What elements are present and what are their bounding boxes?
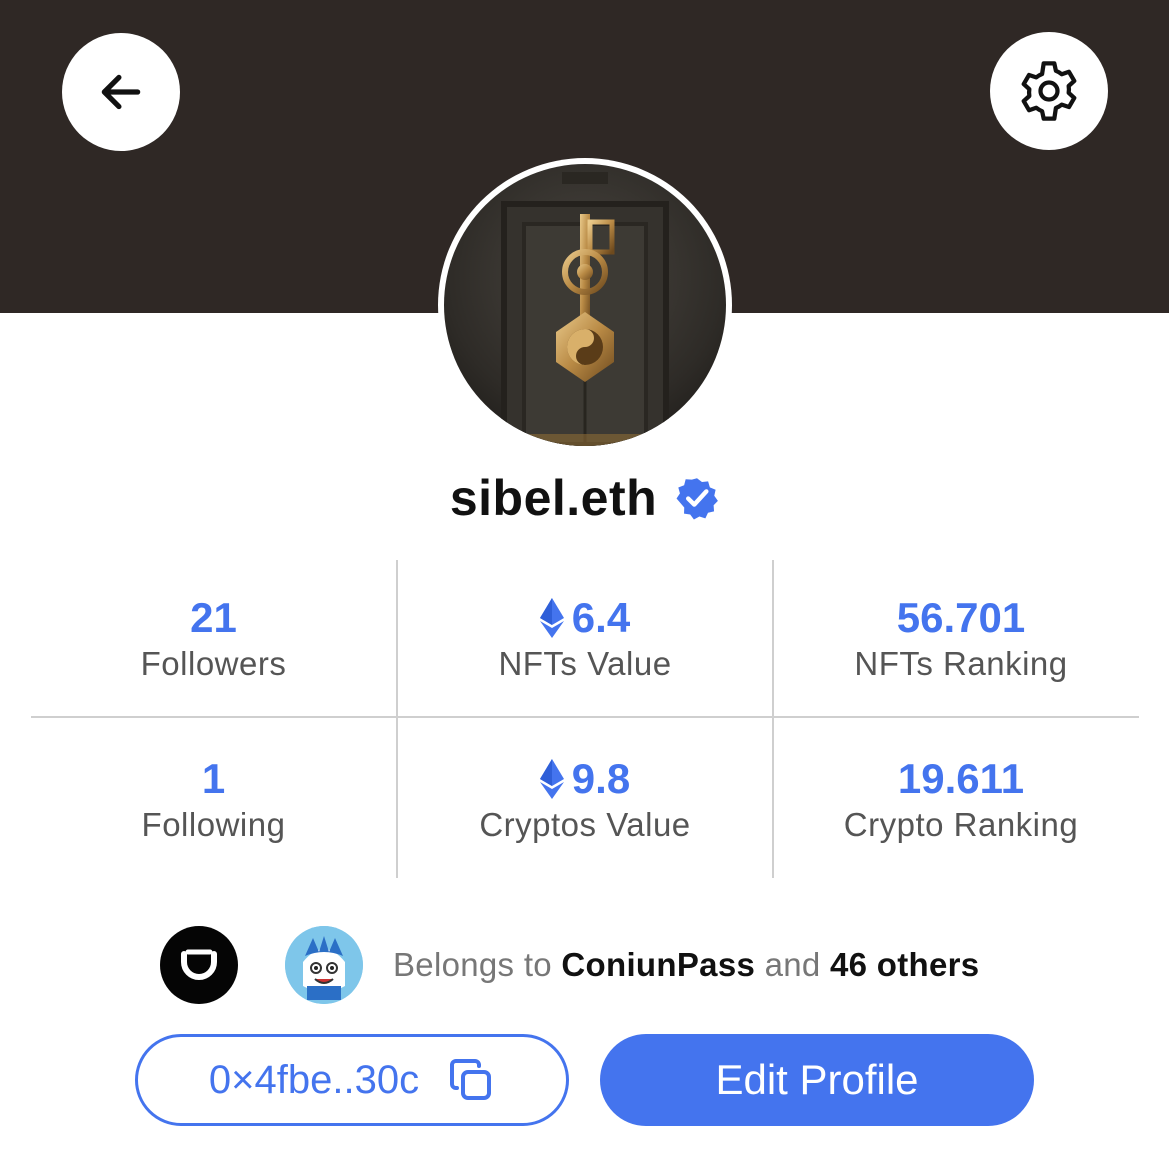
wallet-address: 0×4fbe..30c <box>208 1057 420 1102</box>
gear-icon <box>1021 61 1077 121</box>
edit-profile-button[interactable]: Edit Profile <box>600 1034 1034 1126</box>
stat-cryptos-value[interactable]: 9.8 Cryptos Value <box>398 754 772 846</box>
settings-button[interactable] <box>990 32 1108 150</box>
stat-label: Followers <box>140 645 287 682</box>
collection-name[interactable]: ConiunPass <box>561 946 755 983</box>
stats-divider <box>31 716 1139 718</box>
arrow-left-icon <box>101 74 141 110</box>
stat-label: NFTs Value <box>498 645 672 682</box>
stat-label: Crypto Ranking <box>843 806 1079 843</box>
stat-followers[interactable]: 21 Followers <box>31 593 396 685</box>
stat-nfts-value[interactable]: 6.4 NFTs Value <box>398 593 772 685</box>
stat-value: 56.701 <box>896 594 1026 641</box>
copy-address-button[interactable]: 0×4fbe..30c <box>135 1034 569 1126</box>
stat-value-text: 6.4 <box>571 594 631 641</box>
profile-avatar[interactable] <box>438 158 732 452</box>
username-row: sibel.eth <box>0 466 1169 530</box>
stat-crypto-ranking[interactable]: 19.611 Crypto Ranking <box>774 754 1148 846</box>
avatar-nft-image <box>444 164 726 446</box>
verified-badge-icon <box>676 478 719 520</box>
stat-value: 6.4 <box>539 593 631 643</box>
coniun-logo-icon <box>181 949 217 980</box>
copy-icon <box>450 1059 492 1100</box>
collections-text: Belongs to ConiunPass and 46 others <box>393 942 979 988</box>
collections-others[interactable]: 46 others <box>830 946 979 983</box>
stat-value-text: 9.8 <box>571 755 631 802</box>
stat-nfts-ranking[interactable]: 56.701 NFTs Ranking <box>774 593 1148 685</box>
character-avatar-icon <box>285 926 363 1004</box>
back-button[interactable] <box>62 33 180 151</box>
ethereum-icon <box>539 759 564 799</box>
stat-value: 21 <box>190 594 237 641</box>
stat-label: NFTs Ranking <box>854 645 1068 682</box>
belongs-prefix: Belongs to <box>393 946 552 983</box>
stat-value: 9.8 <box>539 754 631 804</box>
stat-value: 1 <box>201 755 226 802</box>
stat-label: Following <box>141 806 286 843</box>
stat-label: Cryptos Value <box>479 806 691 843</box>
stat-following[interactable]: 1 Following <box>31 754 396 846</box>
belongs-joiner: and <box>764 946 821 983</box>
ethereum-icon <box>539 598 564 638</box>
stat-value: 19.611 <box>897 755 1025 802</box>
username: sibel.eth <box>449 470 658 526</box>
collection-icon-coniun[interactable] <box>160 926 238 1004</box>
collection-icon-character[interactable] <box>285 926 363 1004</box>
